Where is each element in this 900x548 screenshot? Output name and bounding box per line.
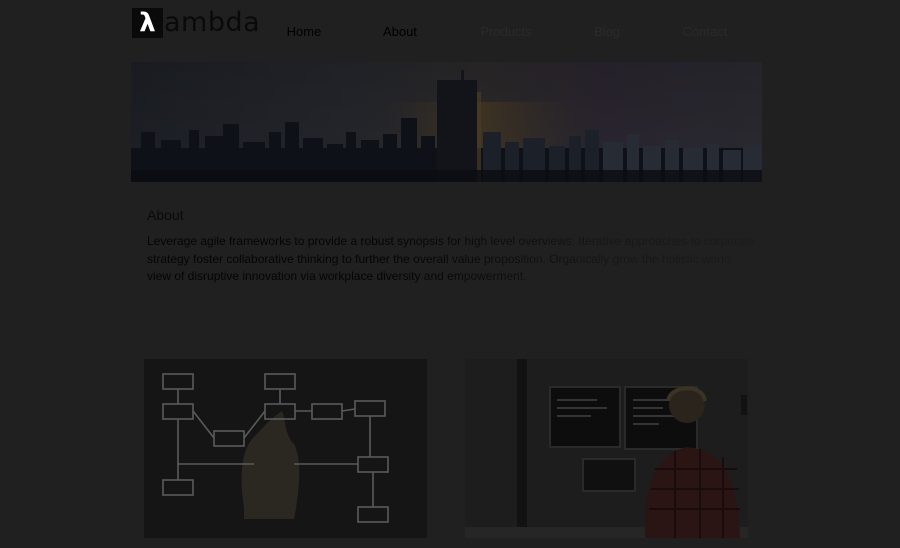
nav-home[interactable]: Home [287,24,322,39]
page: λ ambda Home About Products Blog Contact [0,0,900,548]
flowchart-whiteboard-image [144,359,427,538]
hero-skyline-image [131,62,762,182]
about-heading: About [147,207,184,223]
nav-about[interactable]: About [383,24,417,39]
developer-at-monitors-image [465,359,748,538]
nav-blog[interactable]: Blog [594,24,620,39]
nav-contact[interactable]: Contact [683,24,728,39]
nav-products[interactable]: Products [480,24,531,39]
about-text: Leverage agile frameworks to provide a r… [147,234,755,283]
about-paragraph: Leverage agile frameworks to provide a r… [147,233,757,286]
main-nav: Home About Products Blog Contact [0,24,900,42]
